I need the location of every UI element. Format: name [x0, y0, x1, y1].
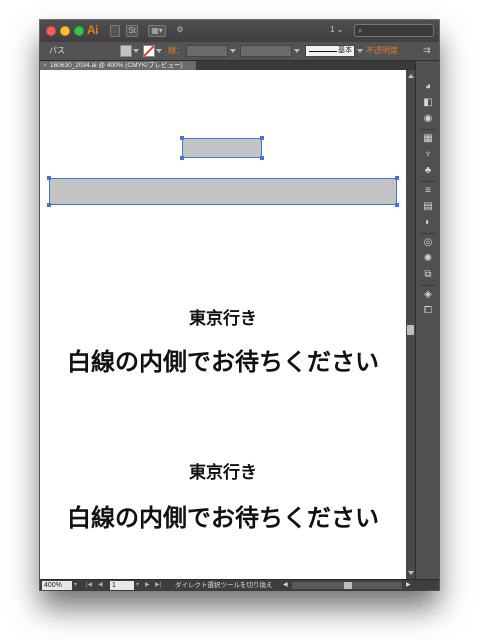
stroke-weight-field[interactable]	[186, 45, 228, 57]
layers-icon[interactable]: ◈	[422, 289, 434, 301]
close-tab-icon[interactable]: ×	[40, 61, 50, 70]
anchor-point[interactable]	[395, 176, 399, 180]
scroll-up-icon[interactable]	[408, 74, 414, 78]
appearance-icon[interactable]: ◎	[422, 237, 434, 249]
first-artboard-icon[interactable]: |◀	[86, 581, 92, 590]
vertical-scroll-thumb[interactable]	[407, 325, 414, 335]
horizontal-scrollbar[interactable]	[292, 582, 402, 589]
zoom-dropdown-icon[interactable]: ▾	[74, 581, 77, 590]
gpu-performance-icon[interactable]: ⚙	[174, 25, 186, 37]
anchor-point[interactable]	[180, 136, 184, 140]
anchor-point[interactable]	[47, 176, 51, 180]
asset-export-icon[interactable]: ⧉	[422, 269, 434, 281]
wide-rectangle-object[interactable]	[49, 178, 397, 205]
document-tab[interactable]: × 160630_2034.ai @ 400% (CMYK/プレビュー)	[40, 61, 196, 70]
color-panel-icon[interactable]: ◕	[422, 81, 434, 93]
brush-dropdown-icon[interactable]	[357, 49, 363, 53]
destination-text[interactable]: 東京行き	[40, 458, 406, 483]
document-tab-bar: × 160630_2034.ai @ 400% (CMYK/プレビュー)	[40, 61, 439, 70]
illustrator-window: Ai St ▦▾ ⚙ 1 ⌄ ⌕ パス 線： 基本 不透明度 ⇉ × 160630…	[40, 20, 439, 590]
fill-swatch[interactable]	[120, 45, 132, 57]
dock-separator	[420, 285, 436, 286]
artboards-icon[interactable]: ⧠	[422, 305, 434, 317]
minimize-window-button[interactable]	[60, 26, 70, 36]
anchor-point[interactable]	[47, 203, 51, 207]
zoom-field[interactable]: 400%	[42, 581, 72, 590]
profile-dropdown-icon[interactable]	[294, 49, 300, 53]
status-bar: 400% ▾ |◀ ◀ 1 ▾ ▶ ▶| ダイレクト選択ツールを切り換え ◀ ▶	[40, 579, 439, 590]
vertical-scrollbar[interactable]	[406, 70, 415, 579]
search-input[interactable]: ⌕	[354, 24, 434, 37]
symbols-icon[interactable]: ♣	[422, 165, 434, 177]
bridge-icon[interactable]	[110, 25, 120, 37]
stroke-weight-dropdown-icon[interactable]	[230, 49, 236, 53]
horizontal-scroll-thumb[interactable]	[344, 582, 352, 589]
selection-type-label: パス	[49, 46, 65, 55]
artboard-canvas[interactable]: 東京行き 白線の内側でお待ちください 東京行き 白線の内側でお待ちください	[40, 70, 406, 579]
variable-width-profile[interactable]	[240, 45, 292, 57]
scroll-left-icon[interactable]: ◀	[283, 581, 288, 590]
anchor-point[interactable]	[260, 156, 264, 160]
stroke-weight-label: 線：	[168, 46, 184, 55]
dock-separator	[420, 233, 436, 234]
anchor-point[interactable]	[260, 136, 264, 140]
tool-status-text[interactable]: ダイレクト選択ツールを切り換え	[175, 581, 273, 590]
gradient-icon[interactable]: ▤	[422, 201, 434, 213]
artboard-dropdown-icon[interactable]: ▾	[136, 581, 139, 590]
fill-dropdown-icon[interactable]	[133, 49, 139, 53]
control-bar: パス 線： 基本 不透明度 ⇉	[40, 42, 439, 61]
destination-text[interactable]: 東京行き	[40, 304, 406, 329]
stroke-dropdown-icon[interactable]	[156, 49, 162, 53]
zoom-window-button[interactable]	[74, 26, 84, 36]
transparency-icon[interactable]: ◐	[422, 217, 434, 229]
search-icon: ⌕	[358, 26, 363, 35]
warning-text[interactable]: 白線の内側でお待ちください	[40, 342, 406, 377]
arrange-documents-icon[interactable]: ▦▾	[148, 25, 166, 37]
artboard-number-field[interactable]: 1	[110, 581, 134, 590]
no-stroke-icon	[144, 46, 154, 56]
dock-separator	[420, 181, 436, 182]
opacity-link[interactable]: 不透明度	[366, 45, 398, 56]
document-tab-title: 160630_2034.ai @ 400% (CMYK/プレビュー)	[50, 62, 183, 69]
stock-icon[interactable]: St	[126, 25, 138, 37]
color-guide-icon[interactable]: ◧	[422, 97, 434, 109]
stroke-panel-icon[interactable]: ≡	[422, 185, 434, 197]
close-window-button[interactable]	[46, 26, 56, 36]
recolor-icon[interactable]: ◉	[422, 113, 434, 125]
swatches-icon[interactable]: ▦	[422, 133, 434, 145]
control-menu-icon[interactable]: ⇉	[423, 45, 431, 56]
graphic-styles-icon[interactable]: ✺	[422, 253, 434, 265]
dock-separator	[420, 129, 436, 130]
last-artboard-icon[interactable]: ▶|	[155, 581, 161, 590]
anchor-point[interactable]	[395, 203, 399, 207]
scroll-right-icon[interactable]: ▶	[406, 581, 411, 590]
brush-definition[interactable]: 基本	[305, 45, 355, 57]
title-bar: Ai St ▦▾ ⚙ 1 ⌄ ⌕	[40, 20, 439, 43]
brushes-icon[interactable]: ♆	[422, 149, 434, 161]
anchor-point[interactable]	[180, 156, 184, 160]
page-indicator[interactable]: 1 ⌄	[330, 25, 343, 34]
stroke-swatch[interactable]	[143, 45, 155, 57]
warning-text[interactable]: 白線の内側でお待ちください	[40, 498, 406, 533]
scroll-down-icon[interactable]	[408, 571, 414, 575]
app-logo: Ai	[87, 23, 99, 37]
panel-dock: ◕ ◧ ◉ ▦ ♆ ♣ ≡ ▤ ◐ ◎ ✺ ⧉ ◈ ⧠	[415, 61, 439, 579]
next-artboard-icon[interactable]: ▶	[145, 581, 150, 590]
small-rectangle-object[interactable]	[182, 138, 262, 158]
previous-artboard-icon[interactable]: ◀	[98, 581, 103, 590]
